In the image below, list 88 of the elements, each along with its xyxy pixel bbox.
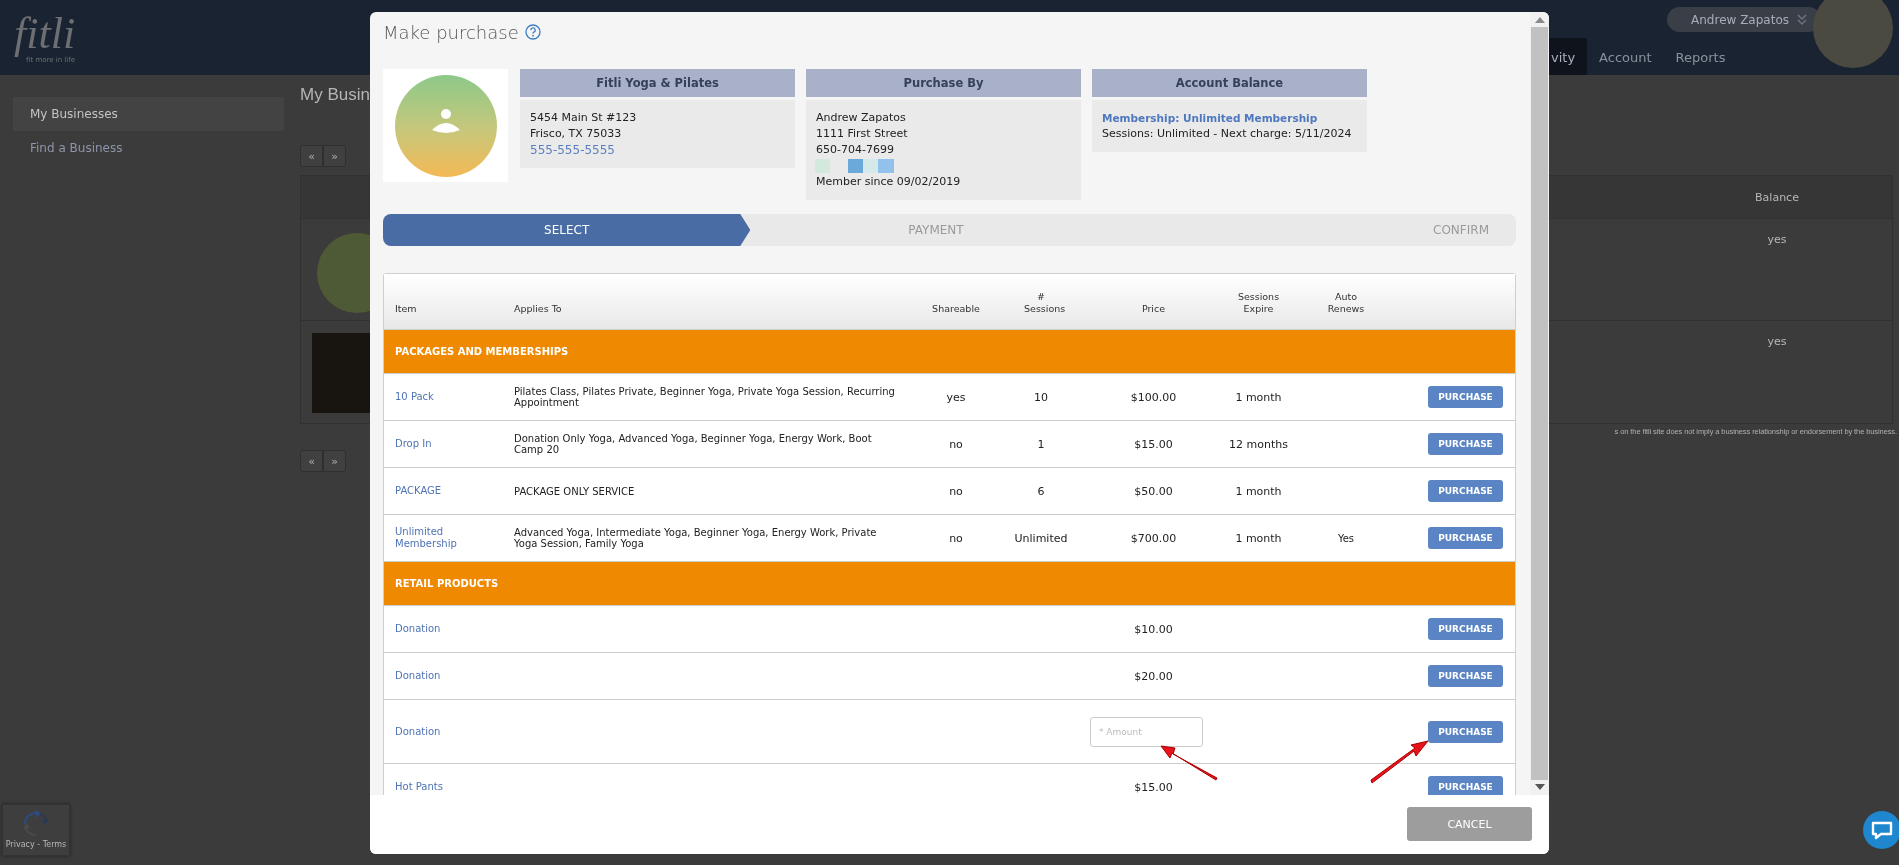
purchase-button[interactable]: PURCHASE <box>1428 433 1503 455</box>
purchase-button[interactable]: PURCHASE <box>1428 720 1503 743</box>
table-cell: Unlimited <box>1014 531 1068 545</box>
amount-field[interactable]: * Amount <box>1090 716 1203 747</box>
chat-icon[interactable] <box>1862 810 1899 850</box>
item-link[interactable]: Hot Pants <box>395 781 443 793</box>
cancel-button[interactable]: CANCEL <box>1407 807 1532 841</box>
table-cell: PACKAGE ONLY SERVICE <box>514 485 635 497</box>
column-header: Item <box>394 303 418 315</box>
price-text: $50.00 <box>1134 484 1173 498</box>
balance-detail: Sessions: Unlimited - Next charge: 5/11/2024 <box>1102 126 1353 142</box>
membership-link[interactable]: Membership: Unlimited Membership <box>1102 110 1357 126</box>
contact-line: Andrew Zapatos <box>816 110 907 126</box>
table-cell: 1 month <box>1235 484 1282 498</box>
scroll-up-icon[interactable] <box>1534 17 1545 23</box>
contact-line: 650-704-7699 <box>816 142 895 158</box>
dialog-title: Make purchase <box>383 21 519 43</box>
column-header: Sessions Expire <box>1236 291 1281 315</box>
price-text: $100.00 <box>1130 390 1177 404</box>
column-header: Balance <box>1754 190 1800 204</box>
sidebar-item[interactable]: My Businesses <box>13 97 284 131</box>
purchase-button[interactable]: PURCHASE <box>1428 527 1503 549</box>
table-cell-text: yes <box>1766 334 1788 350</box>
item-link[interactable]: Donation <box>395 725 441 738</box>
table-cell: Pilates Class, Pilates Private, Beginner Yoga, Private Yoga Session, Recurring Appointment <box>514 386 895 408</box>
card-header: Fitli Yoga & Pilates <box>520 69 795 97</box>
price-text: $10.00 <box>1134 622 1173 636</box>
page-title: My Busin <box>300 85 371 105</box>
section-header: PACKAGES AND MEMBERSHIPS <box>384 330 1515 374</box>
table-cell: yes <box>946 390 966 404</box>
item-link[interactable]: Donation <box>395 623 441 635</box>
purchase-button[interactable]: PURCHASE <box>1428 776 1503 795</box>
item-link[interactable]: 10 Pack <box>395 391 434 403</box>
pointer-arrow <box>1159 742 1219 782</box>
pager-button[interactable]: » <box>323 145 346 167</box>
table-cell: 12 months <box>1229 437 1288 451</box>
address-line: 5454 Main St #123 <box>530 110 638 126</box>
purchase-button[interactable]: PURCHASE <box>1428 665 1503 687</box>
table-cell: 1 month <box>1235 390 1282 404</box>
purchase-button[interactable]: PURCHASE <box>1428 386 1503 408</box>
column-header: Auto Renews <box>1326 291 1366 315</box>
table-cell: Advanced Yoga, Intermediate Yoga, Beginner Yoga, Energy Work, Private Yoga Session, Family Yoga <box>514 527 877 549</box>
item-link[interactable]: Drop In <box>395 438 432 450</box>
table-cell: 10 <box>1034 390 1048 404</box>
sidebar-item[interactable]: Find a Business <box>13 131 284 165</box>
avatar[interactable] <box>1813 0 1893 68</box>
item-link[interactable]: Donation <box>395 670 441 682</box>
pointer-arrow <box>1370 739 1430 785</box>
pager-button[interactable]: » <box>323 450 346 472</box>
pager-button[interactable]: « <box>300 145 323 167</box>
card-header: Account Balance <box>1092 69 1367 97</box>
member-since: Member since 09/02/2019 <box>816 174 962 190</box>
phone-link[interactable]: 555-555-5555 <box>530 142 785 158</box>
table-cell: no <box>949 484 963 498</box>
table-cell-text: yes <box>1766 232 1788 248</box>
nav-tab[interactable]: Reports <box>1663 38 1738 75</box>
help-icon[interactable] <box>524 24 541 40</box>
column-header: # Sessions <box>1023 291 1067 315</box>
nav-tab[interactable]: Account <box>1587 38 1664 75</box>
section-header: RETAIL PRODUCTS <box>384 562 1515 606</box>
price-text: $700.00 <box>1130 531 1177 545</box>
column-header: Applies To <box>513 303 563 315</box>
column-header: Shareable <box>931 303 981 315</box>
price-text: $15.00 <box>1134 780 1173 794</box>
price-text: $20.00 <box>1134 669 1173 683</box>
recaptcha-icon <box>23 811 49 837</box>
step-tab[interactable]: SELECT <box>383 214 751 246</box>
chevron-icon <box>1797 13 1807 26</box>
pager-button[interactable]: « <box>300 450 323 472</box>
scroll-down-icon[interactable] <box>1534 784 1545 790</box>
table-cell: 1 month <box>1235 531 1282 545</box>
price-text: $15.00 <box>1134 437 1173 451</box>
table-cell: 1 <box>1037 437 1045 451</box>
item-link[interactable]: Unlimited Membership <box>395 526 507 550</box>
address-line: Frisco, TX 75033 <box>530 126 623 142</box>
contact-line: 1111 First Street <box>816 126 909 142</box>
column-header: Price <box>1140 303 1167 315</box>
table-cell: no <box>949 437 963 451</box>
table-cell: Donation Only Yoga, Advanced Yoga, Beginner Yoga, Energy Work, Boot Camp 20 <box>514 433 872 455</box>
item-link[interactable]: PACKAGE <box>395 485 442 497</box>
purchase-button[interactable]: PURCHASE <box>1428 480 1503 502</box>
purchase-button[interactable]: PURCHASE <box>1428 618 1503 640</box>
card-header: Purchase By <box>806 69 1081 97</box>
table-cell: no <box>949 531 963 545</box>
table-cell: Yes <box>1337 532 1355 544</box>
app-logo[interactable]: fitli <box>14 11 76 56</box>
recaptcha-links[interactable]: Privacy - Terms <box>5 840 67 849</box>
table-cell: 6 <box>1037 484 1045 498</box>
